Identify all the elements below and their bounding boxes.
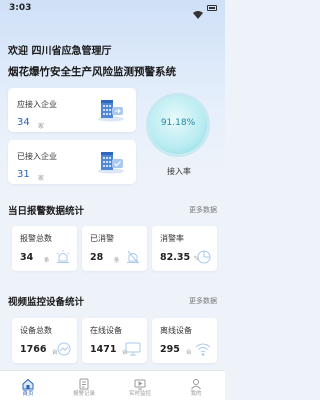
required-enterprises-label: 应接入企业 [17, 100, 57, 109]
screen-icon [125, 341, 141, 360]
alarm-total-card[interactable]: 报警总数 34 条 [12, 226, 77, 271]
access-panel: 应接入企业 34 家 已接入企业 31 家 91.18% 接入率 [8, 88, 217, 188]
alarm-clear-rate-card[interactable]: 消警率 82.35 % [152, 226, 217, 271]
trend-chart-icon [57, 341, 71, 360]
building-check-icon [96, 148, 126, 178]
alarm-bell-icon [55, 249, 71, 268]
alarm-total-value: 34 [20, 252, 34, 263]
bottom-tab-bar: 首页 报警记录 实时监控 我的 [0, 370, 225, 400]
alarm-clear-rate-label: 消警率 [160, 234, 184, 243]
alarm-cleared-label: 已消警 [90, 234, 114, 243]
required-enterprises-card[interactable]: 应接入企业 34 家 [8, 88, 136, 132]
tab-alarm-records-label: 报警记录 [72, 391, 95, 397]
device-offline-unit: 台 [186, 350, 192, 356]
wifi-icon [193, 4, 203, 23]
battery-icon [207, 5, 217, 11]
status-bar: 3:03 [0, 0, 225, 19]
wifi-signal-icon [195, 341, 211, 360]
access-rate-label: 接入率 [167, 167, 191, 176]
device-offline-card[interactable]: 离线设备 295 台 [152, 318, 217, 363]
alarm-cleared-value: 28 [90, 252, 104, 263]
tab-home-label: 首页 [22, 391, 34, 397]
alarm-cleared-card[interactable]: 已消警 28 条 [82, 226, 147, 271]
connected-enterprises-unit: 家 [38, 175, 45, 182]
connected-enterprises-label: 已接入企业 [17, 152, 57, 161]
alarm-cleared-icon [125, 249, 141, 268]
device-total-value: 1766 [20, 344, 47, 355]
device-offline-label: 离线设备 [160, 326, 192, 335]
device-offline-value: 295 [160, 344, 180, 355]
alarm-more-link[interactable]: 更多数据 [189, 205, 217, 215]
building-link-icon [96, 96, 126, 126]
system-title: 烟花爆竹安全生产风险监测预警系统 [8, 66, 176, 78]
pie-chart-icon [197, 249, 211, 268]
access-rate-circle: 91.18% [149, 96, 207, 154]
alarm-section-title: 当日报警数据统计 [8, 206, 85, 217]
connected-enterprises-card[interactable]: 已接入企业 31 家 [8, 140, 136, 184]
video-section-title: 视频监控设备统计 [8, 297, 85, 308]
device-online-card[interactable]: 在线设备 1471 台 [82, 318, 147, 363]
tab-live-monitor[interactable]: 实时监控 [112, 371, 168, 400]
access-rate-widget[interactable]: 91.18% 接入率 [141, 88, 217, 186]
tab-profile-label: 我的 [190, 391, 202, 397]
connected-enterprises-value: 31 [17, 169, 30, 180]
status-time: 3:03 [9, 3, 32, 13]
required-enterprises-unit: 家 [38, 123, 45, 130]
tab-live-monitor-label: 实时监控 [128, 391, 151, 397]
tab-home[interactable]: 首页 [0, 371, 56, 400]
alarm-clear-rate-value: 82.35 [160, 252, 191, 263]
tab-alarm-records[interactable]: 报警记录 [56, 371, 112, 400]
device-total-card[interactable]: 设备总数 1766 台 [12, 318, 77, 363]
device-total-label: 设备总数 [20, 326, 52, 335]
required-enterprises-value: 34 [17, 117, 30, 128]
alarm-cleared-unit: 条 [114, 258, 120, 264]
tab-profile[interactable]: 我的 [168, 371, 224, 400]
alarm-total-label: 报警总数 [20, 234, 52, 243]
alarm-total-unit: 条 [44, 258, 50, 264]
access-rate-value: 91.18% [160, 118, 196, 128]
device-online-value: 1471 [90, 344, 117, 355]
video-more-link[interactable]: 更多数据 [189, 296, 217, 306]
welcome-text: 欢迎 四川省应急管理厅 [8, 46, 112, 57]
device-online-label: 在线设备 [90, 326, 122, 335]
